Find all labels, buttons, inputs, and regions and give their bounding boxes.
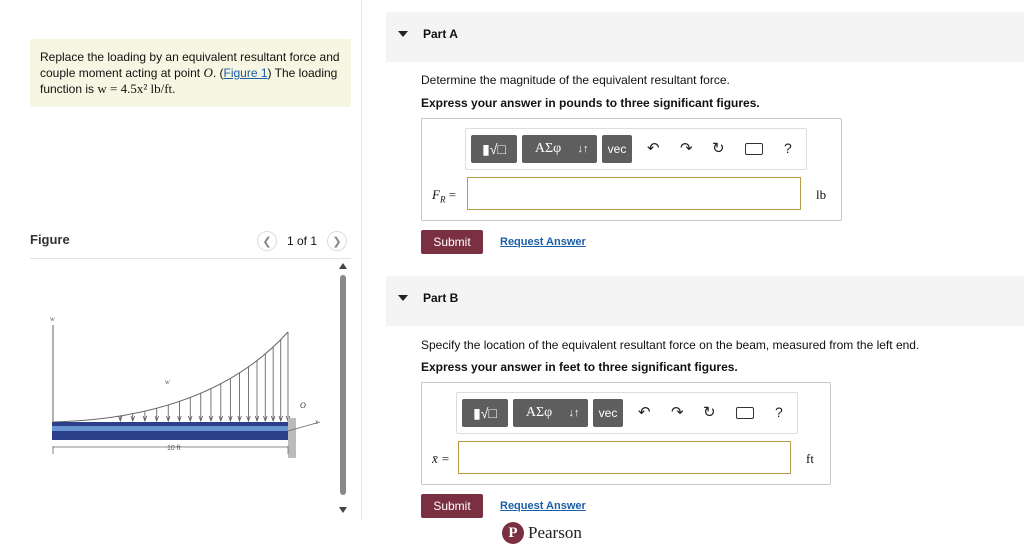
part-b-question: Specify the location of the equivalent r… <box>421 338 920 352</box>
undo-icon[interactable]: ↶ <box>638 403 651 421</box>
keyboard-icon[interactable] <box>736 407 754 419</box>
redo-icon[interactable]: ↷ <box>680 139 693 157</box>
pearson-logo-icon: P <box>502 522 524 544</box>
figure-link[interactable]: Figure 1 <box>224 66 268 80</box>
arrows-button[interactable]: ↓↑ <box>560 399 588 427</box>
xbar-label: x̄ = <box>432 451 450 466</box>
part-a-question: Determine the magnitude of the equivalen… <box>421 73 730 87</box>
fr-label: FR = <box>432 187 457 205</box>
part-b-title: Part B <box>423 291 459 305</box>
problem-point: O <box>203 65 213 80</box>
xbar-input[interactable] <box>458 441 791 474</box>
templates-button[interactable]: ▮√□ <box>462 399 508 427</box>
help-icon[interactable]: ? <box>775 404 783 420</box>
part-a-answer-box: ▮√□ ΑΣφ ↓↑ vec ↶ ↷ ↻ ? FR = lb <box>421 118 842 221</box>
undo-icon[interactable]: ↶ <box>647 139 660 157</box>
pearson-name: Pearson <box>528 523 582 542</box>
wall-support <box>288 418 296 458</box>
figure-scrollbar[interactable] <box>339 263 347 513</box>
vector-button[interactable]: vec <box>602 135 632 163</box>
part-a-submit-button[interactable]: Submit <box>421 230 483 254</box>
math-toolbar: ▮√□ ΑΣφ ↓↑ vec ↶ ↷ ↻ ? <box>456 392 798 434</box>
figure-header: Figure ❮ 1 of 1 ❯ <box>30 229 351 259</box>
part-b-instruction: Express your answer in feet to three sig… <box>421 360 738 374</box>
loading-equation: w = 4.5x² lb/ft. <box>97 81 176 96</box>
arrows-button[interactable]: ↓↑ <box>569 135 597 163</box>
scroll-down-arrow-icon[interactable] <box>339 507 347 513</box>
chevron-right-icon[interactable]: ❯ <box>327 231 347 251</box>
pager-count: 1 of 1 <box>286 234 317 248</box>
length-label: 10 ft <box>167 445 181 452</box>
reset-icon[interactable]: ↻ <box>703 403 716 421</box>
figure-title: Figure <box>30 232 70 247</box>
part-a-header[interactable]: Part A <box>386 12 1024 62</box>
templates-button[interactable]: ▮√□ <box>471 135 517 163</box>
math-toolbar: ▮√□ ΑΣφ ↓↑ vec ↶ ↷ ↻ ? <box>465 128 807 170</box>
part-b-request-answer-link[interactable]: Request Answer <box>500 500 586 512</box>
chevron-left-icon[interactable]: ❮ <box>256 231 277 251</box>
scroll-thumb[interactable] <box>340 275 346 495</box>
column-divider <box>361 0 362 520</box>
caret-down-icon[interactable] <box>398 31 408 37</box>
help-icon[interactable]: ? <box>784 140 792 156</box>
redo-icon[interactable]: ↷ <box>671 403 684 421</box>
vector-button[interactable]: vec <box>593 399 623 427</box>
xbar-unit: ft <box>806 451 814 466</box>
part-b-submit-button[interactable]: Submit <box>421 494 483 518</box>
keyboard-icon[interactable] <box>745 143 763 155</box>
pearson-logo: P Pearson <box>502 522 582 544</box>
part-b-header[interactable]: Part B <box>386 276 1024 326</box>
part-a-instruction: Express your answer in pounds to three s… <box>421 96 760 110</box>
greek-button[interactable]: ΑΣφ <box>522 135 574 163</box>
greek-button[interactable]: ΑΣφ <box>513 399 565 427</box>
point-o-label: O <box>300 401 306 410</box>
reset-icon[interactable]: ↻ <box>712 139 725 157</box>
fr-unit: lb <box>816 187 827 202</box>
problem-text-2: . ( <box>212 66 224 80</box>
w-curve-label: w <box>165 378 170 386</box>
figure-pager: ❮ 1 of 1 ❯ <box>256 231 347 251</box>
problem-statement: Replace the loading by an equivalent res… <box>30 39 351 107</box>
scroll-up-arrow-icon[interactable] <box>339 263 347 269</box>
part-a-title: Part A <box>423 27 458 41</box>
part-a-request-answer-link[interactable]: Request Answer <box>500 236 586 248</box>
fr-input[interactable] <box>467 177 801 210</box>
beam-figure: w w O x 10 ft <box>50 315 321 458</box>
x-axis-label: x <box>314 418 319 426</box>
part-b-answer-box: ▮√□ ΑΣφ ↓↑ vec ↶ ↷ ↻ ? x̄ = ft <box>421 382 831 485</box>
w-axis-label: w <box>50 315 55 323</box>
caret-down-icon[interactable] <box>398 295 408 301</box>
